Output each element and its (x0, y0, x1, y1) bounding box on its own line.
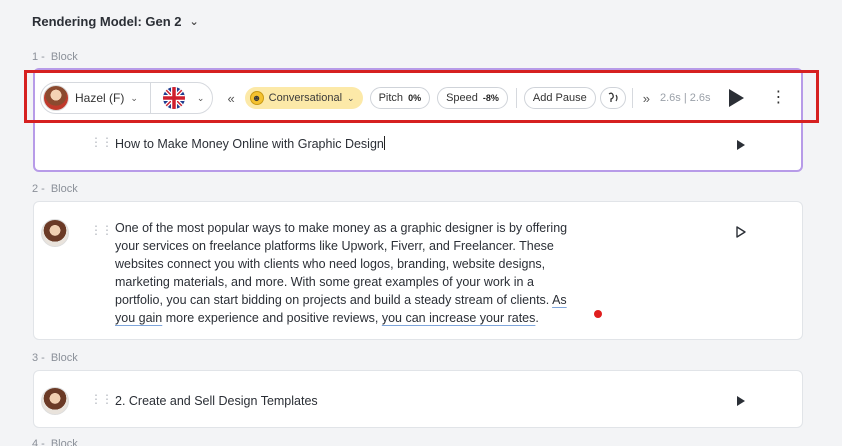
divider (631, 88, 633, 108)
voice-effect-icon[interactable] (599, 87, 626, 109)
play-icon[interactable] (737, 140, 745, 150)
uk-flag-icon[interactable] (162, 87, 185, 109)
text-line: your services on freelance platforms lik… (115, 239, 554, 253)
more-vertical-icon[interactable]: ⋮ (771, 90, 787, 106)
chevron-down-icon: ⌄ (189, 16, 199, 28)
drag-handle-icon[interactable]: ⋮⋮ (90, 224, 113, 236)
divider (149, 82, 151, 114)
divider (515, 88, 517, 108)
add-pause-label: Add Pause (532, 92, 587, 104)
block-text-3[interactable]: 2. Create and Sell Design Templates (115, 392, 318, 410)
speed-button[interactable]: Speed -8% (437, 87, 508, 109)
voice-name: Hazel (F) (75, 91, 125, 105)
text-line: portfolio, you can start bidding on proj… (115, 293, 567, 307)
cursor-marker (594, 310, 602, 318)
style-selector[interactable]: ☻ Conversational ⌄ (244, 87, 363, 109)
avatar (41, 219, 69, 247)
drag-handle-icon[interactable]: ⋮⋮ (90, 393, 113, 405)
voice-toolbar: Hazel (F) ⌄ ⌄ « ☻ Conversational ⌄ Pitch… (40, 82, 787, 114)
timing-readout: 2.6s | 2.6s (659, 92, 711, 104)
block-text-1[interactable]: How to Make Money Online with Graphic De… (115, 135, 385, 153)
block-label-4: 4 - Block (32, 438, 78, 446)
play-icon[interactable] (737, 396, 745, 406)
block-text-2[interactable]: One of the most popular ways to make mon… (115, 219, 615, 327)
speed-value: -8% (482, 93, 499, 103)
text-line: One of the most popular ways to make mon… (115, 221, 568, 235)
play-icon[interactable] (736, 226, 746, 238)
add-pause-button[interactable]: Add Pause (523, 87, 596, 109)
avatar (41, 387, 69, 415)
pitch-value: 0% (408, 93, 422, 103)
text-line: websites connect you with clients who ne… (115, 257, 546, 271)
block-label-1: 1 - Block (32, 51, 78, 63)
avatar (43, 85, 69, 111)
text-line: you gain more experience and positive re… (115, 311, 539, 325)
rewind-icon[interactable]: « (227, 91, 234, 106)
pitch-button[interactable]: Pitch 0% (369, 87, 431, 109)
chevron-down-icon: ⌄ (347, 92, 355, 103)
text-line: marketing materials, and more. With some… (115, 275, 534, 289)
voice-selector[interactable]: Hazel (F) ⌄ ⌄ (40, 82, 214, 114)
forward-icon[interactable]: » (643, 91, 650, 106)
play-icon[interactable] (728, 89, 744, 107)
block-label-2: 2 - Block (32, 183, 78, 195)
chevron-down-icon: ⌄ (130, 92, 138, 103)
rendering-model-label: Rendering Model: Gen 2 (32, 14, 182, 29)
block-label-3: 3 - Block (32, 352, 78, 364)
chevron-down-icon: ⌄ (196, 92, 205, 103)
rendering-model-selector[interactable]: Rendering Model: Gen 2 ⌄ (32, 14, 199, 29)
drag-handle-icon[interactable]: ⋮⋮ (90, 136, 113, 148)
pitch-label: Pitch (378, 92, 404, 104)
speed-label: Speed (446, 92, 478, 104)
text-caret (383, 136, 385, 150)
style-label: Conversational (268, 92, 343, 104)
smiley-icon: ☻ (249, 91, 264, 105)
